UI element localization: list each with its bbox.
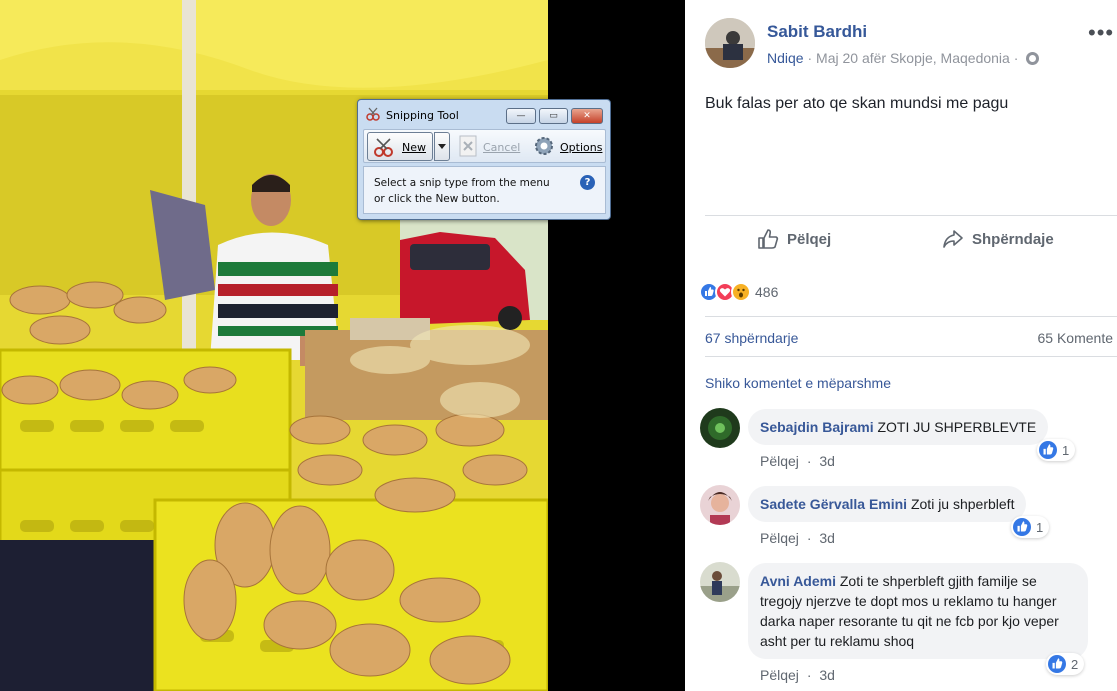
comment-text: ZOTI JU SHPERBLEVTE [877,419,1037,435]
new-snip-button[interactable]: New [367,132,450,161]
share-label: Shpërndaje [972,230,1054,248]
comment-actions: Pëlqej · 3d [760,453,835,469]
post-date-location[interactable]: · Maj 20 afër Skopje, Maqedonia · [807,50,1018,66]
shares-count[interactable]: 67 shpërndarje [705,330,798,346]
cancel-label: Cancel [483,141,521,154]
like-reaction-icon [1039,441,1057,459]
like-reaction-icon [1048,655,1066,673]
comment-time[interactable]: 3d [819,667,835,683]
more-options-icon[interactable]: ••• [1088,20,1114,46]
reactions-summary[interactable]: 486 [699,281,778,303]
cancel-icon [459,135,477,157]
divider [705,316,1117,317]
comment-like-link[interactable]: Pëlqej [760,530,799,546]
comment-like-count: 2 [1071,656,1079,672]
post-panel: Sabit Bardhi ••• Ndiqe · Maj 20 afër Sko… [685,0,1117,691]
dropdown-arrow-icon [438,144,446,149]
commenter-avatar[interactable] [700,408,740,448]
comment-time[interactable]: 3d [819,453,835,469]
commenter-name[interactable]: Sebajdin Bajrami [760,419,874,435]
options-label: Options [560,141,603,154]
gear-icon [535,137,553,155]
comment-text: Zoti ju shperbleft [910,496,1015,512]
comment-bubble: Sebajdin Bajrami ZOTI JU SHPERBLEVTE [748,409,1049,445]
comment-bubble: Sadete Gërvalla Emini Zoti ju shperbleft [748,486,1027,522]
globe-icon [1026,52,1040,65]
reaction-count: 486 [755,284,779,300]
like-button[interactable]: Pëlqej [757,228,831,250]
commenter-name[interactable]: Avni Ademi [760,573,836,589]
comments-count[interactable]: 65 Komente [1038,330,1114,346]
close-button[interactable]: ✕ [571,108,603,124]
divider [705,356,1117,357]
maximize-button[interactable]: ▭ [539,108,568,124]
new-dropdown-button[interactable] [434,132,450,161]
comment-like-link[interactable]: Pëlqej [760,453,799,469]
share-arrow-icon [943,230,963,248]
snip-toolbar: New Cancel Options [363,129,606,163]
post-text: Buk falas per ato qe skan mundsi me pagu [705,95,1009,112]
share-button[interactable]: Shpërndaje [942,228,1054,250]
commenter-avatar[interactable] [700,485,740,525]
comment-time[interactable]: 3d [819,530,835,546]
like-reaction-icon [1013,518,1031,536]
comment-actions: Pëlqej · 3d [760,530,835,546]
comment-reactions[interactable]: 1 [1037,439,1076,461]
comment-like-count: 1 [1062,442,1070,458]
comment-like-count: 1 [1036,519,1044,535]
new-label: New [402,141,426,154]
wow-reaction-icon [731,282,751,302]
post-meta: Ndiqe · Maj 20 afër Skopje, Maqedonia · [767,50,1040,66]
comment-bubble: Avni Ademi Zoti te shperbleft gjith fami… [748,563,1088,659]
comment-reactions[interactable]: 1 [1011,516,1050,538]
minimize-button[interactable]: — [506,108,536,124]
snip-message-area: Select a snip type from the menu or clic… [363,166,606,214]
comment-reactions[interactable]: 2 [1046,653,1085,675]
new-snip-icon [374,138,393,157]
scissors-icon [366,107,380,121]
like-label: Pëlqej [787,230,832,248]
window-title: Snipping Tool [386,109,459,122]
help-icon[interactable]: ? [580,175,595,190]
snipping-tool-window[interactable]: Snipping Tool — ▭ ✕ New Cancel Options S… [357,99,611,220]
author-name[interactable]: Sabit Bardhi [767,22,867,42]
comment-actions: Pëlqej · 3d [760,667,835,683]
follow-link[interactable]: Ndiqe [767,50,804,66]
snip-message: Select a snip type from the menu or clic… [374,177,550,205]
divider [705,215,1117,216]
commenter-name[interactable]: Sadete Gërvalla Emini [760,496,907,512]
comment-like-link[interactable]: Pëlqej [760,667,799,683]
commenter-avatar[interactable] [700,562,740,602]
author-avatar[interactable] [705,18,755,68]
view-previous-comments-link[interactable]: Shiko komentet e mëparshme [705,375,891,391]
thumbs-up-icon [758,229,779,249]
